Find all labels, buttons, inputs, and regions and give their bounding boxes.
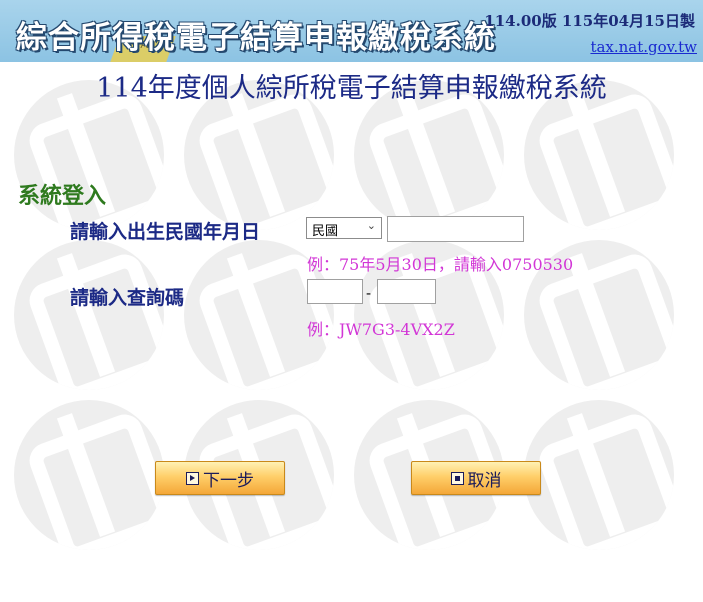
system-title: 綜合所得稅電子結算申報繳稅系統: [16, 20, 496, 56]
era-select[interactable]: 民國 ⌄: [306, 217, 382, 239]
birth-date-input[interactable]: [387, 216, 524, 242]
birth-date-label: 請輸入出生民國年月日: [70, 221, 261, 243]
chevron-down-icon: ⌄: [366, 220, 376, 232]
tax-site-link[interactable]: tax.nat.gov.tw: [590, 38, 697, 56]
query-code-separator: -: [366, 284, 372, 302]
query-code-label: 請輸入查詢碼: [70, 287, 185, 309]
query-code-input-2[interactable]: [377, 279, 436, 304]
next-step-label: 下一步: [203, 470, 254, 491]
era-select-value: 民國: [312, 223, 339, 238]
watermark-emblem: [14, 240, 164, 390]
query-code-hint: 例：JW7G3-4VX2Z: [307, 320, 455, 339]
watermark-emblem: [524, 400, 674, 550]
watermark-emblem: [14, 400, 164, 550]
birth-date-hint: 例：75年5月30日，請輸入0750530: [307, 255, 574, 274]
cancel-label: 取消: [467, 470, 502, 491]
version-info: 114.00版 115年04月15日製: [484, 12, 695, 30]
section-title: 系統登入: [18, 183, 107, 209]
next-step-button[interactable]: 下一步: [155, 461, 285, 495]
next-icon: [186, 471, 199, 485]
cancel-button[interactable]: 取消: [411, 461, 541, 495]
header-banner: TAX 綜合所得稅電子結算申報繳稅系統 114.00版 115年04月15日製 …: [0, 0, 703, 62]
query-code-input-1[interactable]: [307, 279, 363, 304]
page-title: 114年度個人綜所稅電子結算申報繳稅系統: [96, 73, 607, 104]
stop-icon: [450, 471, 464, 485]
